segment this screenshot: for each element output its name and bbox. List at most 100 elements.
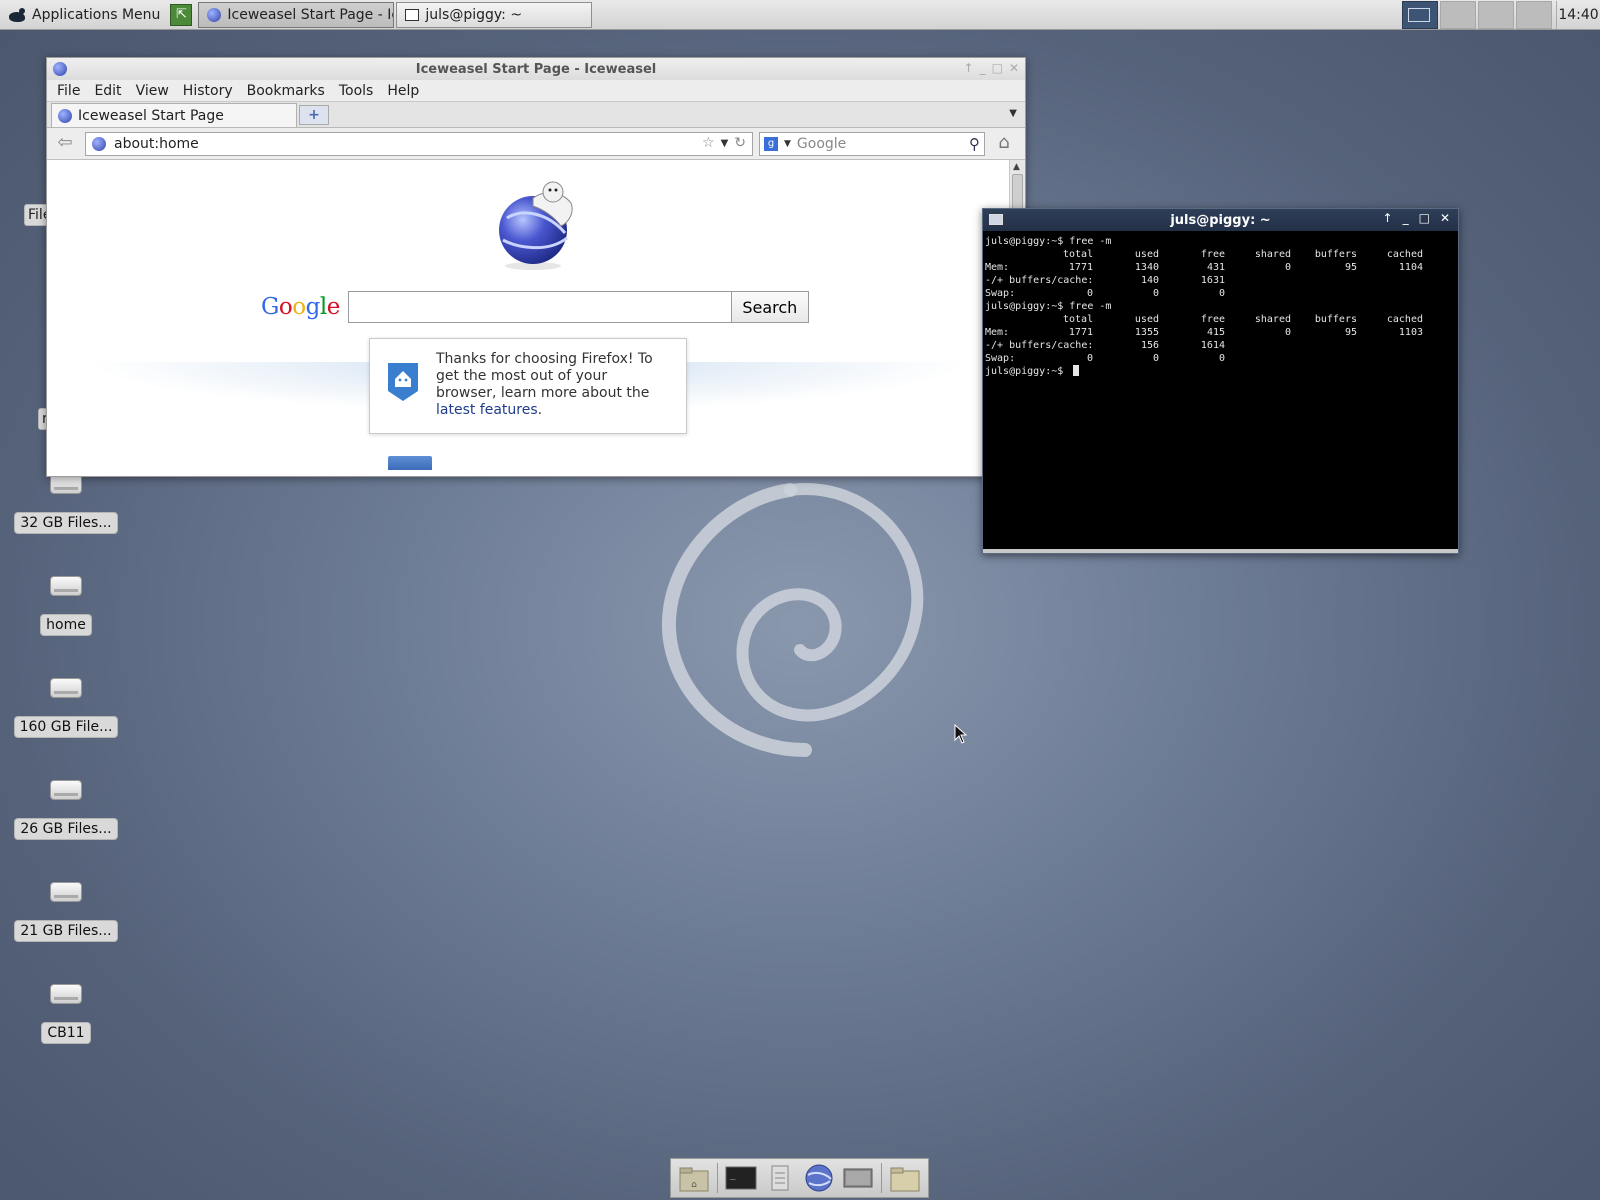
menu-tools[interactable]: Tools xyxy=(333,83,380,99)
latest-features-link[interactable]: latest features xyxy=(436,402,538,418)
workspace-3[interactable] xyxy=(1478,0,1514,29)
shade-window-icon[interactable]: ↑ xyxy=(964,61,974,75)
terminal-cell: buffers xyxy=(1314,314,1357,325)
bookmark-star-icon[interactable]: ☆ xyxy=(702,135,715,153)
maximize-window-icon[interactable]: □ xyxy=(1419,211,1430,225)
bottom-dock: ⌂ _ xyxy=(670,1158,929,1198)
terminal-cell xyxy=(1063,339,1093,352)
workspace-1[interactable] xyxy=(1402,0,1438,29)
svg-text:_: _ xyxy=(730,1171,736,1181)
workspace-2[interactable] xyxy=(1440,0,1476,29)
terminal-cell: 0 xyxy=(1218,353,1225,364)
google-search-input[interactable] xyxy=(347,291,732,323)
desktop-icon-32gb[interactable]: 32 GB Files... xyxy=(14,474,118,534)
search-engine-google-icon[interactable]: g xyxy=(764,136,778,151)
url-history-dropdown-icon[interactable]: ▼ xyxy=(721,135,729,153)
site-identity-icon[interactable] xyxy=(92,136,106,151)
search-icon[interactable]: ⚲ xyxy=(969,135,980,153)
google-logo-letter: G xyxy=(261,294,279,320)
scroll-up-icon[interactable]: ▲ xyxy=(1013,162,1020,172)
web-search-box[interactable]: g ▼ Google ⚲ xyxy=(759,131,985,156)
url-bar[interactable]: about:home ☆ ▼ ↻ xyxy=(85,131,753,156)
desktop-icon-21gb[interactable]: 21 GB Files... xyxy=(14,882,118,942)
tab-iceweasel-start[interactable]: Iceweasel Start Page xyxy=(51,103,297,127)
taskbar-item-browser[interactable]: Iceweasel Start Page - Ic... xyxy=(198,1,395,28)
terminal-cell: 0 xyxy=(1086,288,1093,299)
google-logo-letter: o xyxy=(278,294,293,320)
desktop-icon-26gb[interactable]: 26 GB Files... xyxy=(14,780,118,840)
exit-icon[interactable]: ⇱ xyxy=(170,3,193,26)
desktop-icon-160gb[interactable]: 160 GB File... xyxy=(13,678,119,738)
terminal-cell xyxy=(1225,274,1291,287)
google-logo-letter: g xyxy=(305,294,321,320)
web-browser-icon[interactable] xyxy=(803,1163,835,1193)
menu-bookmarks[interactable]: Bookmarks xyxy=(241,83,331,99)
desktop-icon-label-partial[interactable]: File xyxy=(24,204,48,226)
snippet-box: Thanks for choosing Firefox! To get the … xyxy=(369,338,687,434)
google-logo-letter: l xyxy=(319,294,327,320)
terminal-titlebar[interactable]: juls@piggy: ~ ↑ _ □ ✕ xyxy=(983,209,1458,231)
minimize-window-icon[interactable]: _ xyxy=(1403,211,1409,225)
terminal-cell: 1340 xyxy=(1134,262,1159,273)
debian-swirl-wallpaper xyxy=(661,483,924,757)
terminal-cell: -/+ buffers/cache: xyxy=(985,340,1094,351)
iceweasel-icon xyxy=(58,108,72,123)
terminal-data-row: Mem: 1771 1340 431 0 95 1104 xyxy=(985,261,1456,274)
terminal-window: juls@piggy: ~ ↑ _ □ ✕ juls@piggy:~$ free… xyxy=(982,208,1459,554)
new-tab-button[interactable]: + xyxy=(299,105,329,125)
terminal-cell: 431 xyxy=(1206,262,1225,273)
google-search-button[interactable]: Search xyxy=(730,291,809,323)
back-button[interactable]: ⇦ xyxy=(51,132,79,156)
terminal-prompt: juls@piggy:~$ xyxy=(985,366,1070,377)
menu-history[interactable]: History xyxy=(177,83,239,99)
terminal-cell: 95 xyxy=(1344,327,1357,338)
app-finder-icon[interactable] xyxy=(842,1163,874,1193)
tab-label: Iceweasel Start Page xyxy=(78,107,224,124)
menu-help[interactable]: Help xyxy=(381,83,425,99)
terminal-cell: 140 xyxy=(1140,275,1159,286)
terminal-cell xyxy=(1357,287,1423,300)
terminal-prompt-line: juls@piggy:~$ free -m xyxy=(985,235,1456,248)
terminal-cell xyxy=(1291,287,1357,300)
terminal-cell: cached xyxy=(1386,314,1423,325)
desktop-icon-home[interactable]: home xyxy=(18,576,114,636)
shade-window-icon[interactable]: ↑ xyxy=(1383,211,1393,225)
iceweasel-icon xyxy=(53,62,67,76)
google-logo-letter: e xyxy=(326,294,341,320)
taskbar-item-label: Iceweasel Start Page - Ic... xyxy=(227,6,395,23)
terminal-data-row: Mem: 1771 1355 415 0 95 1103 xyxy=(985,326,1456,339)
panel-clock[interactable]: 14:40 xyxy=(1556,0,1600,29)
terminal-launcher-icon[interactable]: _ xyxy=(725,1163,757,1193)
browser-titlebar[interactable]: Iceweasel Start Page - Iceweasel ↑ _ □ ✕ xyxy=(47,58,1025,80)
home-folder-icon[interactable]: ⌂ xyxy=(678,1163,710,1193)
maximize-window-icon[interactable]: □ xyxy=(992,61,1003,75)
terminal-cell: total xyxy=(1063,249,1094,260)
terminal-prompt-line: juls@piggy:~$ xyxy=(985,365,1456,378)
menu-file[interactable]: File xyxy=(51,83,86,99)
menu-view[interactable]: View xyxy=(130,83,175,99)
tab-list-chevron-icon[interactable]: ▼ xyxy=(1009,108,1017,119)
svg-text:⌂: ⌂ xyxy=(692,1180,698,1190)
terminal-prompt-line: juls@piggy:~$ free -m xyxy=(985,300,1456,313)
close-window-icon[interactable]: ✕ xyxy=(1009,61,1019,75)
menu-edit[interactable]: Edit xyxy=(88,83,127,99)
folder-icon[interactable] xyxy=(889,1163,921,1193)
search-engine-dropdown-icon[interactable]: ▼ xyxy=(784,139,791,149)
home-button[interactable]: ⌂ xyxy=(991,132,1017,156)
workspace-4[interactable] xyxy=(1516,0,1552,29)
minimize-window-icon[interactable]: _ xyxy=(980,61,986,75)
taskbar-item-terminal[interactable]: juls@piggy: ~ xyxy=(396,1,593,28)
terminal-cell: 0 xyxy=(1284,262,1291,273)
reload-icon[interactable]: ↻ xyxy=(734,135,746,153)
terminal-cell: 1631 xyxy=(1200,275,1225,286)
terminal-cell xyxy=(1357,352,1423,365)
launcher-tile-partial[interactable] xyxy=(388,456,432,470)
file-manager-icon[interactable] xyxy=(764,1163,796,1193)
terminal-cell xyxy=(985,248,1063,261)
terminal-cell: 1771 xyxy=(1068,262,1093,273)
close-window-icon[interactable]: ✕ xyxy=(1440,211,1450,225)
terminal-output[interactable]: juls@piggy:~$ free -m total used free shared… xyxy=(983,231,1458,378)
desktop-icon-cb11[interactable]: CB11 xyxy=(18,984,114,1044)
terminal-cursor xyxy=(1073,365,1080,376)
applications-menu-button[interactable]: Applications Menu xyxy=(0,0,166,30)
